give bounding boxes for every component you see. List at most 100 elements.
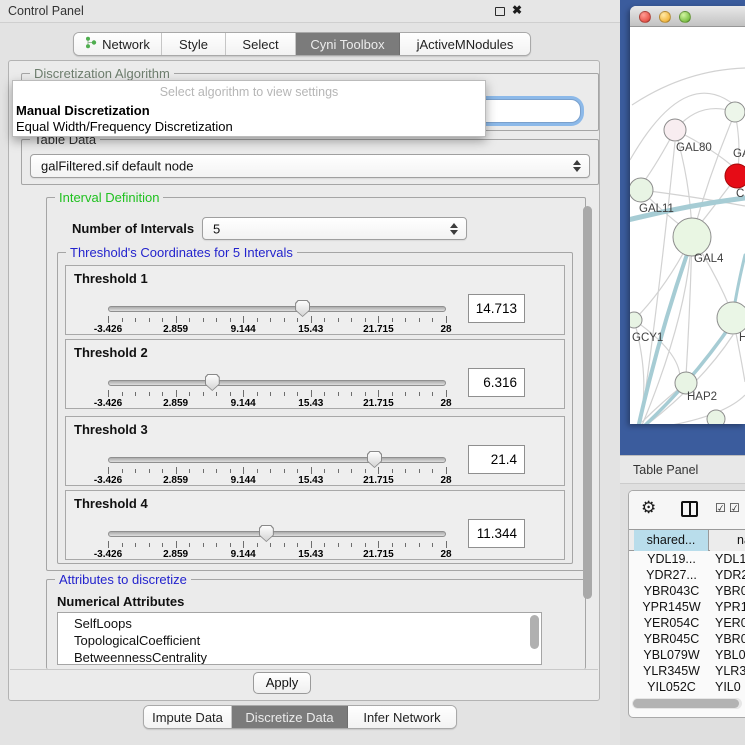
- float-window-icon[interactable]: [495, 7, 505, 16]
- slider-thumb[interactable]: [259, 525, 274, 542]
- network-graph: GAL80 GA GAL11 C GAL4 GCY1 H HAP2: [630, 27, 745, 424]
- slider-ticks: [108, 390, 446, 398]
- slider-thumb[interactable]: [367, 451, 382, 468]
- node-gcy1[interactable]: [630, 312, 642, 328]
- columns-icon[interactable]: [681, 501, 698, 517]
- node-label: HAP2: [687, 391, 717, 403]
- tab-select[interactable]: Select: [226, 33, 296, 55]
- node-partial[interactable]: [707, 410, 725, 424]
- tick-mark: [311, 541, 312, 548]
- table-row[interactable]: YIL052CYIL0: [629, 679, 745, 695]
- tick-mark: [257, 392, 258, 396]
- node-h[interactable]: [717, 302, 745, 334]
- table-row[interactable]: YBR045CYBR0: [629, 631, 745, 647]
- node-gal11[interactable]: [630, 178, 653, 202]
- number-of-intervals-combobox[interactable]: 5: [202, 217, 467, 240]
- tab-label: Cyni Toolbox: [310, 37, 384, 52]
- table-row[interactable]: YDR27...YDR2: [629, 567, 745, 583]
- table-row[interactable]: YBR043CYBR0: [629, 583, 745, 599]
- table-body: YDL19...YDL1 YDR27...YDR2 YBR043CYBR0 YP…: [629, 551, 745, 701]
- network-view-window[interactable]: GAL80 GA GAL11 C GAL4 GCY1 H HAP2: [630, 6, 745, 424]
- list-item[interactable]: BetweennessCentrality: [58, 649, 541, 665]
- threshold-value-field[interactable]: 21.4: [468, 445, 525, 474]
- tab-cyni-toolbox[interactable]: Cyni Toolbox: [296, 33, 400, 55]
- column-header-shared[interactable]: shared...: [634, 530, 709, 551]
- list-item[interactable]: TopologicalCoefficient: [58, 632, 541, 649]
- group-title: Attributes to discretize: [55, 572, 191, 587]
- node-gal80[interactable]: [664, 119, 686, 141]
- column-header-name[interactable]: na: [710, 530, 745, 551]
- close-icon[interactable]: ✖: [512, 3, 522, 17]
- slider-scale-label: -3.426: [94, 398, 122, 409]
- checkbox-icon[interactable]: ☑: [729, 501, 740, 515]
- tick-mark: [284, 543, 285, 547]
- threshold-value-field[interactable]: 14.713: [468, 294, 525, 323]
- threshold-value-field[interactable]: 6.316: [468, 368, 525, 397]
- table-row[interactable]: YPR145WYPR1: [629, 599, 745, 615]
- algorithm-dropdown-popup: Select algorithm to view settings Manual…: [12, 80, 486, 137]
- cyni-mode-tabbar: Impute Data Discretize Data Infer Networ…: [143, 705, 457, 729]
- table-row[interactable]: YDL19...YDL1: [629, 551, 745, 567]
- minimize-traffic-light-icon[interactable]: [659, 11, 671, 23]
- slider-track[interactable]: [108, 306, 446, 312]
- tick-mark: [432, 392, 433, 396]
- panel-scrollbar[interactable]: [583, 206, 592, 599]
- slider-thumb[interactable]: [205, 374, 220, 391]
- tick-mark: [284, 318, 285, 322]
- tick-mark: [216, 318, 217, 322]
- tab-network[interactable]: Network: [74, 33, 162, 55]
- threshold-3-slider[interactable]: -3.4262.8599.14415.4321.71528: [108, 455, 446, 481]
- threshold-4-slider[interactable]: -3.4262.8599.14415.4321.71528: [108, 529, 446, 555]
- slider-track[interactable]: [108, 380, 446, 386]
- tick-mark: [270, 392, 271, 396]
- list-scrollbar[interactable]: [530, 615, 539, 649]
- node-ga[interactable]: [725, 102, 745, 122]
- dropdown-option-equal-width-frequency[interactable]: Equal Width/Frequency Discretization: [16, 119, 233, 134]
- threshold-1-slider[interactable]: -3.4262.8599.14415.4321.71528: [108, 304, 446, 330]
- apply-button[interactable]: Apply: [253, 672, 311, 694]
- dropdown-option-manual-discretization[interactable]: Manual Discretization: [16, 103, 150, 118]
- slider-thumb[interactable]: [295, 300, 310, 317]
- slider-scale-label: 21.715: [363, 398, 394, 409]
- threshold-value-field[interactable]: 11.344: [468, 519, 525, 548]
- table-data-combobox[interactable]: galFiltered.sif default node: [30, 154, 590, 178]
- node-gal4[interactable]: [673, 218, 711, 256]
- scrollbar-thumb[interactable]: [633, 699, 739, 708]
- slider-track[interactable]: [108, 531, 446, 537]
- table-row[interactable]: YLR345WYLR3: [629, 663, 745, 679]
- slider-scale-label: 28: [440, 475, 451, 486]
- tick-mark: [338, 543, 339, 547]
- tick-mark: [149, 543, 150, 547]
- numerical-attributes-list[interactable]: SelfLoops TopologicalCoefficient Between…: [57, 612, 542, 665]
- table-row[interactable]: YER054CYER0: [629, 615, 745, 631]
- attributes-group: Attributes to discretize Numerical Attri…: [46, 579, 586, 669]
- gear-icon[interactable]: ⚙: [641, 498, 656, 518]
- tick-mark: [446, 390, 447, 397]
- slider-scale-label: 9.144: [231, 398, 256, 409]
- tick-mark: [216, 543, 217, 547]
- threshold-3-panel: Threshold 3 -3.4262.8599.14415.4321.7152…: [65, 416, 565, 486]
- network-canvas[interactable]: GAL80 GA GAL11 C GAL4 GCY1 H HAP2: [630, 27, 745, 424]
- tick-mark: [203, 469, 204, 473]
- tab-discretize-data[interactable]: Discretize Data: [232, 706, 348, 728]
- control-panel-titlebar: Control Panel ✖: [0, 0, 620, 23]
- tab-jactivemnodules[interactable]: jActiveMNodules: [400, 33, 530, 55]
- tick-mark: [243, 467, 244, 474]
- tab-impute-data[interactable]: Impute Data: [144, 706, 232, 728]
- close-traffic-light-icon[interactable]: [639, 11, 651, 23]
- zoom-traffic-light-icon[interactable]: [679, 11, 691, 23]
- tab-infer-network[interactable]: Infer Network: [348, 706, 456, 728]
- tab-style[interactable]: Style: [162, 33, 226, 55]
- node-selected-red[interactable]: [725, 164, 745, 188]
- checkbox-icon[interactable]: ☑: [715, 501, 726, 515]
- table-horizontal-scrollbar[interactable]: [632, 698, 742, 709]
- table-row[interactable]: YBL079WYBL0: [629, 647, 745, 663]
- threshold-2-slider[interactable]: -3.4262.8599.14415.4321.71528: [108, 378, 446, 404]
- tick-mark: [365, 318, 366, 322]
- list-item[interactable]: SelfLoops: [58, 615, 541, 632]
- tick-mark: [135, 543, 136, 547]
- tick-mark: [230, 318, 231, 322]
- tick-mark: [378, 467, 379, 474]
- slider-track[interactable]: [108, 457, 446, 463]
- network-window-titlebar[interactable]: [630, 6, 745, 27]
